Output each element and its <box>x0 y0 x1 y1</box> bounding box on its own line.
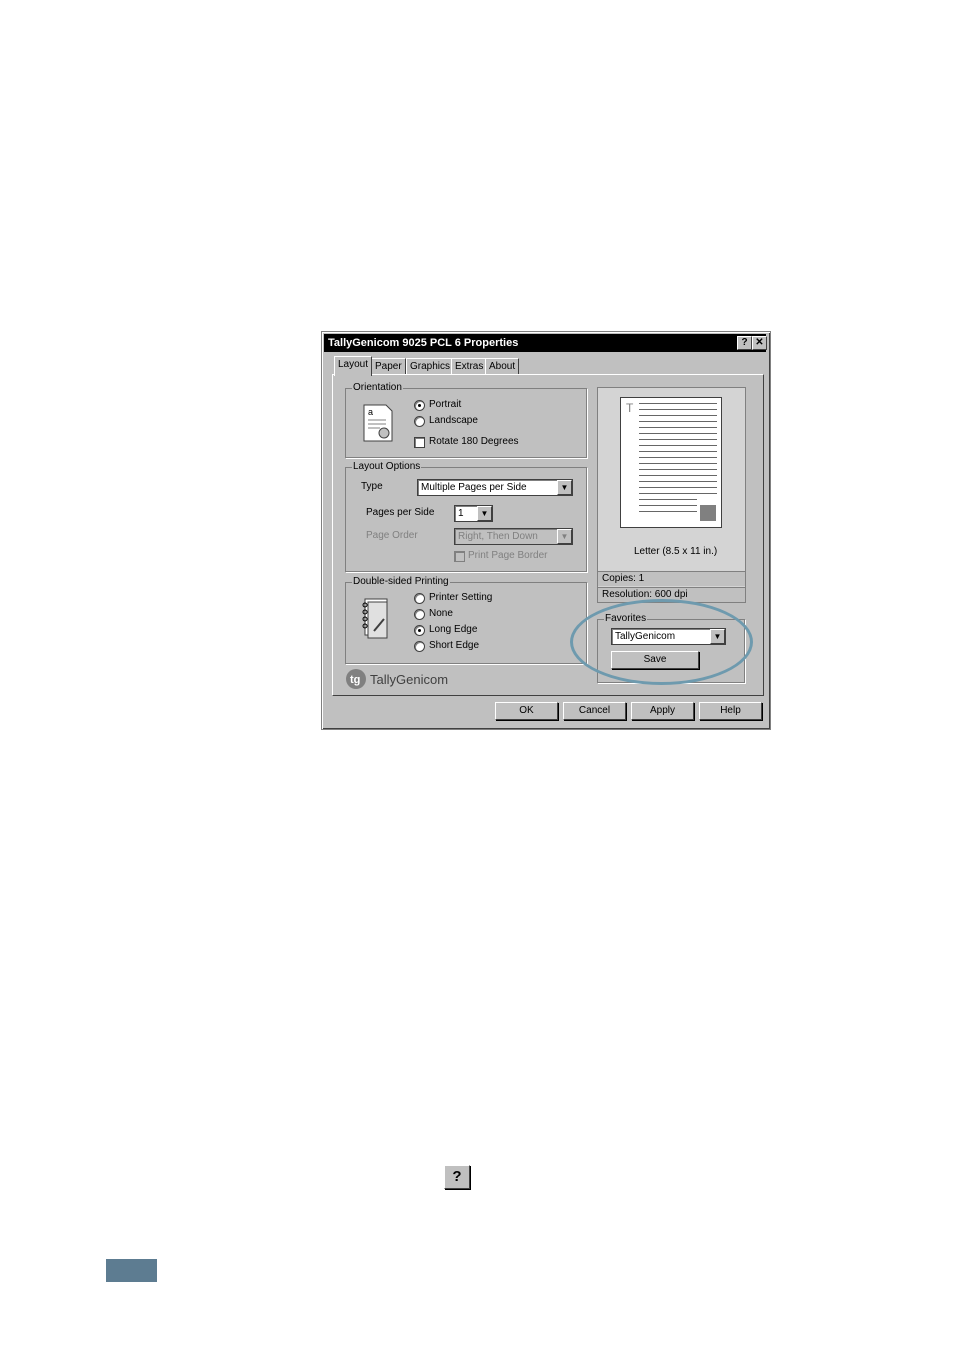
apply-button[interactable]: Apply <box>631 702 694 720</box>
help-button[interactable]: Help <box>699 702 762 720</box>
landscape-radio[interactable] <box>414 416 425 427</box>
page-preview-area: T Letter (8.5 x 11 in.) Copies: 1 Resolu… <box>597 387 746 603</box>
double-sided-group: Double-sided Printing Printer Setting No… <box>345 576 587 664</box>
cancel-button[interactable]: Cancel <box>563 702 626 720</box>
text-line <box>639 415 717 416</box>
double-sided-label: Double-sided Printing <box>352 576 450 588</box>
title-close-button[interactable]: ✕ <box>752 336 767 350</box>
help-question-icon: ? <box>444 1165 470 1189</box>
text-line <box>639 511 697 512</box>
title-help-button[interactable]: ? <box>737 336 752 350</box>
page-order-value: Right, Then Down <box>458 531 538 542</box>
text-line <box>639 493 717 494</box>
tallygenicom-logo-icon: tg <box>346 669 366 689</box>
print-page-border-checkbox <box>454 551 465 562</box>
chevron-down-icon[interactable]: ▼ <box>477 506 492 521</box>
pages-per-side-label: Pages per Side <box>366 507 435 518</box>
duplex-book-icon <box>362 598 388 639</box>
rotate-180-checkbox[interactable] <box>414 437 425 448</box>
title-bar[interactable]: TallyGenicom 9025 PCL 6 Properties ? ✕ <box>324 334 767 352</box>
favorites-highlight-ellipse <box>570 599 753 685</box>
text-line <box>639 505 697 506</box>
layout-options-group: Layout Options Type Multiple Pages per S… <box>345 461 587 572</box>
layout-options-label: Layout Options <box>352 461 422 473</box>
svg-text:a: a <box>368 407 373 417</box>
rotate-180-label: Rotate 180 Degrees <box>429 436 519 447</box>
short-edge-radio[interactable] <box>414 641 425 652</box>
portrait-radio[interactable] <box>414 400 425 411</box>
page-order-select: Right, Then Down ▼ <box>454 528 573 545</box>
pages-per-side-value: 1 <box>458 508 464 519</box>
text-line <box>639 433 717 434</box>
text-line <box>639 469 717 470</box>
page-number-tab <box>106 1259 157 1282</box>
resolution-text: Resolution: 600 dpi <box>602 589 688 600</box>
dialog-title: TallyGenicom 9025 PCL 6 Properties <box>328 337 519 349</box>
printer-setting-label: Printer Setting <box>429 592 493 603</box>
landscape-label: Landscape <box>429 415 478 426</box>
preview-t-glyph: T <box>626 401 634 415</box>
page-size-label: Letter (8.5 x 11 in.) <box>634 546 718 557</box>
copies-text: Copies: 1 <box>602 573 645 584</box>
long-edge-radio[interactable] <box>414 625 425 636</box>
tab-layout[interactable]: Layout <box>334 356 373 376</box>
orientation-group: Orientation a Portrait Landscape Rotate … <box>345 382 587 458</box>
logo-text: TallyGenicom <box>370 672 449 687</box>
pages-per-side-select[interactable]: 1 ▼ <box>454 505 493 522</box>
page-order-label: Page Order <box>366 530 418 541</box>
portrait-label: Portrait <box>429 399 462 410</box>
print-page-border-label: Print Page Border <box>468 550 548 561</box>
preview-image-block <box>700 505 716 521</box>
chevron-down-icon: ▼ <box>557 529 572 544</box>
text-line <box>639 409 717 410</box>
none-radio[interactable] <box>414 609 425 620</box>
text-line <box>639 445 717 446</box>
tallygenicom-logo: tg TallyGenicom <box>345 668 475 690</box>
text-line <box>639 475 717 476</box>
text-line <box>639 439 717 440</box>
text-line <box>639 463 717 464</box>
text-line <box>639 481 717 482</box>
text-line <box>639 487 717 488</box>
portrait-page-icon: a <box>363 404 393 442</box>
preview-page: T <box>620 397 722 528</box>
ok-button[interactable]: OK <box>495 702 558 720</box>
type-label: Type <box>361 481 383 492</box>
copies-info: Copies: 1 <box>598 571 745 586</box>
text-line <box>639 421 717 422</box>
svg-text:tg: tg <box>350 674 360 686</box>
type-select[interactable]: Multiple Pages per Side ▼ <box>417 479 573 496</box>
type-value: Multiple Pages per Side <box>421 482 527 493</box>
text-line <box>639 451 717 452</box>
text-line <box>639 427 717 428</box>
printer-setting-radio[interactable] <box>414 593 425 604</box>
short-edge-label: Short Edge <box>429 640 480 651</box>
text-line <box>639 499 697 500</box>
orientation-label: Orientation <box>352 382 403 394</box>
chevron-down-icon[interactable]: ▼ <box>557 480 572 495</box>
text-line <box>639 457 717 458</box>
long-edge-label: Long Edge <box>429 624 478 635</box>
none-label: None <box>429 608 453 619</box>
text-line <box>639 403 717 404</box>
